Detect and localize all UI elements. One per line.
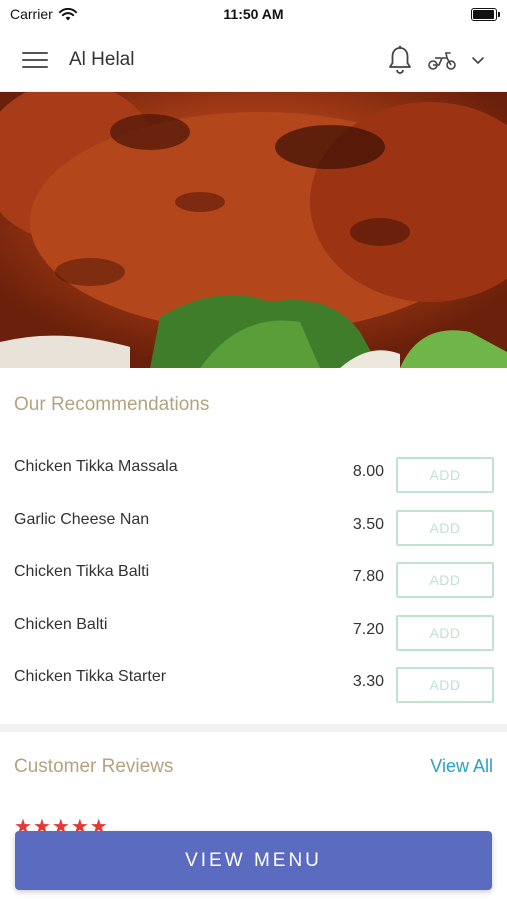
restaurant-title: Al Helal [69, 48, 135, 70]
item-name: Chicken Balti [14, 615, 108, 633]
wifi-icon [58, 7, 77, 20]
item-price: 8.00 [352, 463, 384, 480]
item-name: Chicken Tikka Balti [14, 563, 150, 580]
add-button[interactable]: ADD [396, 457, 494, 493]
hero-food-image [0, 92, 507, 368]
list-item: Chicken Tikka Starter 3.30 ADD [0, 666, 507, 719]
nav-bar: Al Helal [0, 28, 507, 92]
nav-actions [387, 45, 485, 75]
item-name: Garlic Cheese Nan [14, 510, 150, 528]
item-name: Chicken Tikka Massala [14, 458, 178, 475]
list-item: Garlic Cheese Nan 3.50 ADD [0, 509, 507, 562]
add-button[interactable]: ADD [396, 509, 494, 546]
recommendations-title: Our Recommendations [14, 394, 210, 415]
recommendations-section: Our Recommendations Chicken Tikka Massal… [0, 368, 507, 724]
section-divider [0, 724, 507, 732]
item-price: 3.30 [352, 673, 384, 690]
bell-icon[interactable] [387, 45, 413, 75]
view-all-link[interactable]: View All [430, 756, 493, 777]
hamburger-menu-icon[interactable] [22, 50, 48, 70]
battery-fill [473, 9, 494, 19]
list-item: Chicken Tikka Massala 8.00 ADD [0, 456, 507, 509]
view-menu-button[interactable]: VIEW MENU [15, 831, 492, 890]
add-button[interactable]: ADD [396, 667, 494, 703]
add-button[interactable]: ADD [396, 562, 494, 598]
status-time: 11:50 AM [223, 6, 284, 22]
list-item: Chicken Balti 7.20 ADD [0, 614, 507, 667]
reviews-title: Customer Reviews [14, 756, 174, 777]
status-bar: Carrier 11:50 AM [0, 0, 507, 28]
item-price: 7.20 [352, 620, 384, 638]
status-left: Carrier [10, 6, 77, 22]
carrier-label: Carrier [10, 6, 53, 22]
item-price: 7.80 [352, 568, 384, 585]
tandoori-chicken-image [0, 92, 507, 368]
chevron-down-icon[interactable] [471, 55, 485, 65]
recommendations-list: Chicken Tikka Massala 8.00 ADD Garlic Ch… [0, 456, 507, 719]
item-price: 3.50 [352, 515, 384, 533]
battery-icon [471, 7, 500, 21]
add-button[interactable]: ADD [396, 614, 494, 651]
scooter-delivery-icon[interactable] [427, 49, 457, 71]
list-item: Chicken Tikka Balti 7.80 ADD [0, 561, 507, 614]
item-name: Chicken Tikka Starter [14, 668, 167, 685]
